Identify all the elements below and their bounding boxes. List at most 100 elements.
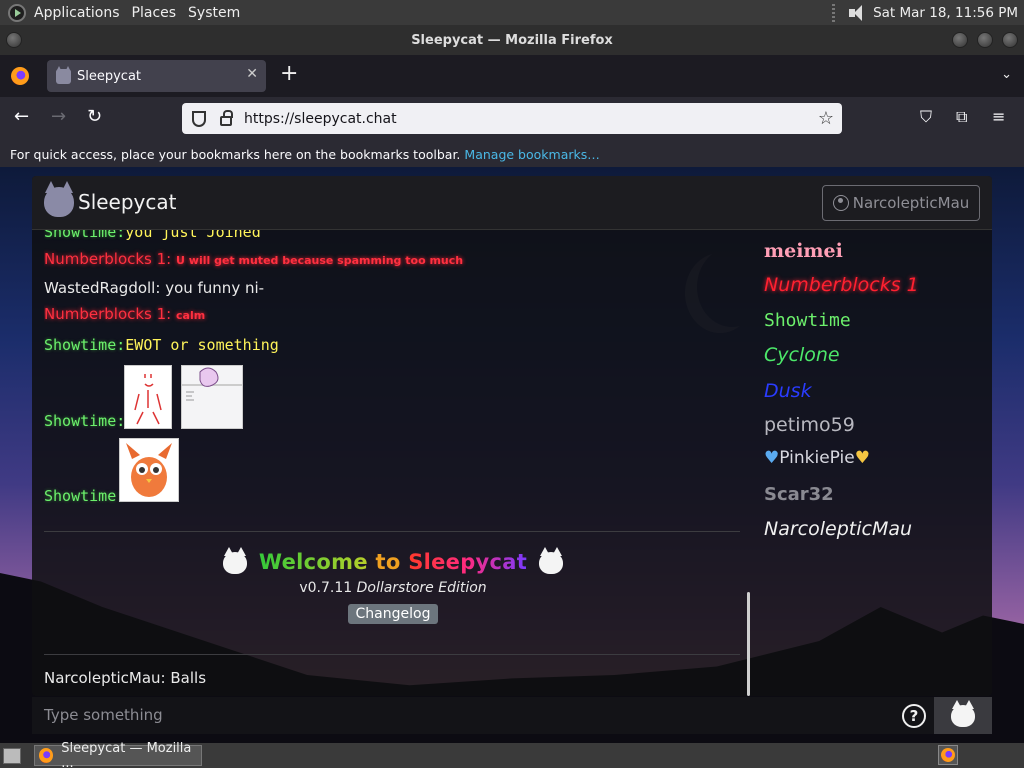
message-user[interactable]: Numberblocks 1: — [44, 250, 171, 268]
user-meimei[interactable]: meimei — [764, 240, 843, 262]
window-menu-button[interactable] — [6, 32, 22, 48]
reload-icon[interactable]: ↻ — [87, 107, 102, 127]
message-text: you funny ni- — [165, 279, 265, 297]
app-menu-icon[interactable]: ≡ — [992, 107, 1005, 126]
image-attachment-furby[interactable] — [119, 438, 179, 502]
user-cyclone[interactable]: Cyclone — [764, 344, 840, 366]
close-window-button[interactable] — [1002, 32, 1018, 48]
message-text: U will get muted because spamming too mu… — [176, 254, 464, 267]
user-dusk[interactable]: Dusk — [764, 380, 812, 402]
message-user[interactable]: Showtime: — [44, 336, 125, 354]
message-list[interactable]: Showtime:you just Joined Numberblocks 1:… — [44, 230, 742, 695]
message-user[interactable]: WastedRagdoll: — [44, 279, 160, 297]
user-pinkiepie-label: PinkiePie — [779, 448, 855, 468]
message-text: calm — [176, 309, 206, 322]
stickfigure-image-icon — [134, 374, 162, 425]
edition: Dollarstore Edition — [356, 580, 487, 596]
message-user[interactable]: Showtime: — [44, 412, 125, 430]
panel-separator — [832, 3, 836, 22]
message-row: Numberblocks 1: U will get muted because… — [44, 250, 463, 268]
messages-scrollbar[interactable] — [747, 592, 750, 696]
manage-bookmarks-link[interactable]: Manage bookmarks… — [464, 147, 599, 162]
brand-name: Sleepycat — [78, 190, 177, 214]
bottom-taskbar: Sleepycat — Mozilla ... — [0, 741, 1024, 768]
message-text: Balls — [170, 669, 207, 687]
message-text: EWOT or something — [125, 336, 279, 354]
bookmarks-toolbar: For quick access, place your bookmarks h… — [0, 141, 1024, 167]
close-tab-icon[interactable]: ✕ — [246, 66, 258, 82]
menu-applications[interactable]: Applications — [28, 5, 126, 21]
welcome-banner: Welcome to Sleepycat v0.7.11 Dollarstore… — [44, 547, 742, 624]
minimize-button[interactable] — [952, 32, 968, 48]
tab-sleepycat[interactable]: Sleepycat ✕ — [47, 60, 266, 92]
chat-header: Sleepycat NarcolepticMau — [32, 176, 992, 230]
pocket-icon[interactable]: ⛉ — [920, 107, 932, 127]
tab-strip: Sleepycat ✕ + ⌄ — [0, 55, 1024, 97]
tracking-protection-icon[interactable] — [192, 110, 206, 127]
message-row: Showtime: — [44, 487, 125, 505]
taskbar-window-label: Sleepycat — Mozilla ... — [61, 740, 192, 768]
account-button[interactable]: NarcolepticMau — [822, 185, 980, 221]
divider — [44, 654, 740, 655]
firefox-icon — [39, 748, 54, 763]
message-row: Showtime: — [44, 412, 125, 430]
bookmarks-hint: For quick access, place your bookmarks h… — [10, 146, 461, 162]
show-desktop-icon[interactable] — [3, 747, 21, 764]
applications-menu-icon[interactable] — [8, 3, 26, 22]
account-name: NarcolepticMau — [852, 194, 970, 212]
message-row: Showtime:you just Joined — [44, 230, 261, 241]
user-pinkiepie[interactable]: ♥PinkiePie♥ — [764, 448, 870, 468]
navigation-bar: ← → ↻ https://sleepycat.chat ☆ ⛉ ⧉ ≡ — [0, 97, 1024, 141]
message-user[interactable]: Numberblocks 1: — [44, 305, 171, 323]
message-user[interactable]: NarcolepticMau: — [44, 669, 166, 687]
clock[interactable]: Sat Mar 18, 11:56 PM — [873, 5, 1018, 21]
new-tab-icon[interactable]: + — [280, 63, 298, 85]
message-row: Numberblocks 1: calm — [44, 305, 205, 323]
extensions-icon[interactable]: ⧉ — [956, 107, 967, 127]
bookmark-star-icon[interactable]: ☆ — [818, 108, 834, 129]
taskbar-firefox-window[interactable]: Sleepycat — Mozilla ... — [34, 741, 202, 768]
yellow-heart-icon: ♥ — [854, 448, 870, 468]
version-line: v0.7.11 Dollarstore Edition — [44, 580, 742, 596]
help-button[interactable]: ? — [902, 704, 926, 728]
message-row: Showtime:EWOT or something — [44, 336, 279, 354]
message-text: you just Joined — [125, 230, 261, 241]
user-showtime[interactable]: Showtime — [764, 310, 851, 331]
list-all-tabs-icon[interactable]: ⌄ — [1001, 67, 1012, 82]
page-background: Sleepycat NarcolepticMau Showtime:you ju… — [0, 167, 1024, 743]
message-user[interactable]: Showtime: — [44, 487, 125, 505]
url-bar[interactable]: https://sleepycat.chat ☆ — [182, 103, 842, 134]
window-titlebar[interactable]: Sleepycat — Mozilla Firefox — [0, 25, 1024, 55]
image-attachment-stickfigure[interactable] — [124, 365, 172, 429]
firefox-icon[interactable] — [11, 67, 29, 85]
screen: Applications Places System Sat Mar 18, 1… — [0, 0, 1024, 768]
message-row: WastedRagdoll: you funny ni- — [44, 279, 264, 297]
user-circle-icon — [832, 195, 849, 211]
lock-icon[interactable] — [220, 110, 233, 126]
forward-icon[interactable]: → — [51, 107, 66, 127]
back-icon[interactable]: ← — [14, 107, 29, 127]
cat-face-icon — [223, 547, 248, 574]
image-attachment-screenshot[interactable] — [181, 365, 243, 429]
message-user[interactable]: Showtime: — [44, 230, 125, 241]
send-button[interactable] — [934, 697, 992, 734]
tray-firefox-icon[interactable] — [938, 745, 958, 765]
user-scar32[interactable]: Scar32 — [764, 484, 834, 505]
menu-system[interactable]: System — [182, 5, 246, 21]
sleepycat-logo-icon — [44, 181, 74, 217]
welcome-title: Welcome to Sleepycat — [44, 547, 742, 574]
url-text[interactable]: https://sleepycat.chat — [244, 111, 397, 127]
window-title: Sleepycat — Mozilla Firefox — [411, 32, 613, 48]
changelog-button[interactable]: Changelog — [347, 604, 439, 624]
user-numberblocks-1[interactable]: Numberblocks 1 — [764, 274, 919, 296]
message-input[interactable]: Type something — [44, 706, 163, 724]
tab-title: Sleepycat — [77, 68, 142, 84]
user-petimo59[interactable]: petimo59 — [764, 414, 855, 436]
brand[interactable]: Sleepycat — [44, 181, 177, 217]
maximize-button[interactable] — [977, 32, 993, 48]
version: v0.7.11 — [299, 580, 353, 596]
welcome-word-2: to — [375, 550, 401, 574]
menu-places[interactable]: Places — [126, 5, 183, 21]
user-narcolepticmau[interactable]: NarcolepticMau — [764, 518, 912, 540]
volume-icon[interactable] — [847, 4, 867, 22]
